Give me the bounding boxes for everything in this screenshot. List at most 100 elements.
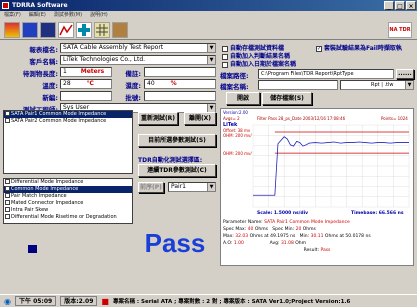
toolbar: NA TDR bbox=[0, 20, 417, 40]
sata-icon[interactable] bbox=[4, 22, 20, 38]
aco-label: A.O: bbox=[223, 241, 233, 246]
tester-input[interactable] bbox=[60, 91, 112, 101]
chart-version: Version:2.00 bbox=[223, 110, 248, 115]
temp-unit: ℃ bbox=[86, 80, 94, 87]
save-icon[interactable] bbox=[40, 22, 56, 38]
report-name-select[interactable]: SATA Cable Assembly Test Report ▼ bbox=[60, 43, 216, 53]
chevron-down-icon[interactable]: ▼ bbox=[207, 104, 215, 112]
spec-max-label: Spec Max: bbox=[223, 227, 247, 232]
chevron-down-icon[interactable]: ▼ bbox=[207, 56, 215, 64]
checkbox-icon[interactable] bbox=[5, 214, 10, 219]
remark1-input[interactable] bbox=[144, 67, 216, 77]
customer-label: 客戶名稱: bbox=[29, 58, 58, 66]
max-value: 32.03 bbox=[235, 234, 249, 239]
length-unit: Meters bbox=[80, 68, 105, 75]
customer-value: LiTek Technologies Co., Ltd. bbox=[63, 56, 146, 63]
open-button[interactable]: 開啟 bbox=[226, 92, 260, 105]
impedance-list[interactable]: Differential Mode Impedance Common Mode … bbox=[3, 178, 133, 224]
chevron-down-icon[interactable]: ▼ bbox=[405, 81, 413, 89]
temp-label: 溫度: bbox=[42, 82, 58, 90]
list-item[interactable]: Mated Connector Impedance bbox=[4, 200, 132, 207]
list-item[interactable]: SATA Pair1 Common Mode Impedance bbox=[4, 111, 132, 118]
pair-select[interactable]: Pair1 ▼ bbox=[168, 182, 216, 192]
chevron-down-icon[interactable]: ▼ bbox=[207, 183, 215, 191]
customer-select[interactable]: LiTek Technologies Co., Ltd. ▼ bbox=[60, 55, 216, 65]
checkbox-icon[interactable] bbox=[5, 200, 10, 205]
batch-label: 批號: bbox=[125, 94, 141, 102]
min-label: Min: bbox=[299, 234, 310, 239]
list-item[interactable]: Differential Mode Impedance bbox=[4, 179, 132, 186]
minimize-button[interactable]: _ bbox=[384, 1, 394, 10]
result-text: Pass bbox=[144, 228, 206, 258]
add-icon[interactable] bbox=[76, 22, 92, 38]
menu-test-params[interactable]: 測試參數(M) bbox=[54, 11, 82, 20]
chart-scale-top: OHM: 200 mv/ bbox=[223, 133, 252, 138]
checkbox-icon[interactable] bbox=[5, 111, 10, 116]
list-item-label: Differential Mode Risetime or Degradatio… bbox=[11, 214, 117, 220]
menu-file[interactable]: 檔案(F) bbox=[4, 11, 21, 20]
temp-value: 28 bbox=[63, 80, 71, 87]
chevron-down-icon[interactable]: ▼ bbox=[207, 44, 215, 52]
continuous-test-button[interactable]: 連續TDR參數測試(C) bbox=[138, 164, 216, 177]
list-item-label: Pair Match Impedance bbox=[11, 193, 67, 199]
menu-edit[interactable]: 編輯(E) bbox=[29, 11, 46, 20]
checkbox-icon[interactable] bbox=[5, 118, 10, 123]
list-item[interactable]: Intra Pair Skew bbox=[4, 207, 132, 214]
window-title: TDRRA Software bbox=[12, 2, 68, 9]
maximize-button[interactable]: □ bbox=[395, 1, 405, 10]
prev-button[interactable]: 前序(P) bbox=[138, 182, 164, 193]
file-path-label: 檔案路徑: bbox=[220, 72, 249, 80]
test-items-list[interactable]: SATA Pair1 Common Mode Impedance SATA Pa… bbox=[3, 110, 133, 174]
current-params-test-button[interactable]: 目前所選參數測試(S) bbox=[138, 134, 216, 147]
save-file-button[interactable]: 儲存檔案(S) bbox=[262, 92, 312, 105]
pass-fail-checkbox[interactable]: ✓ 套裝試驗結果為Fail時擷取執 bbox=[316, 43, 402, 52]
param-name-row: Parameter Name: SATA Pair1 Common Mode I… bbox=[223, 219, 411, 226]
length-input[interactable]: 1 Meters bbox=[60, 67, 112, 77]
spec-min-value: 20 bbox=[295, 227, 302, 232]
close-button[interactable]: × bbox=[406, 1, 416, 10]
file-path-input[interactable]: C:\Program Files\TDR Report\RptType bbox=[258, 69, 394, 79]
chart-icon[interactable] bbox=[58, 22, 74, 38]
param-name-label: Parameter Name: bbox=[223, 220, 263, 225]
temp-input[interactable]: 28 ℃ bbox=[60, 79, 112, 89]
batch-input[interactable] bbox=[144, 91, 216, 101]
list-item-label: SATA Pair1 Common Mode Impedance bbox=[11, 111, 107, 117]
report-name-value: SATA Cable Assembly Test Report bbox=[63, 44, 164, 51]
file-name-input[interactable] bbox=[258, 80, 338, 90]
avg-label: Avg: bbox=[269, 241, 280, 246]
status-indicator-icon: ■ bbox=[101, 296, 109, 306]
checkbox-icon[interactable] bbox=[5, 179, 10, 184]
chart-points: Points= 1024 bbox=[381, 116, 408, 121]
blue-indicator bbox=[28, 245, 37, 253]
humidity-input[interactable]: 40 % bbox=[144, 79, 216, 89]
list-item[interactable]: Differential Mode Risetime or Degradatio… bbox=[4, 214, 132, 221]
list-item[interactable]: SATA Pair2 Common Mode Impedance bbox=[4, 118, 132, 125]
checkbox-icon[interactable] bbox=[5, 207, 10, 212]
chart-avgs: Avgs= 2 bbox=[223, 116, 240, 121]
avg-unit: Ohm bbox=[295, 241, 307, 246]
remark1-label: 備註: bbox=[125, 70, 141, 78]
checkbox-icon[interactable] bbox=[5, 186, 10, 191]
file-name-label: 檔案名稱: bbox=[220, 83, 249, 91]
auto-date-checkbox[interactable]: 自動加入日期於檔案名稱 bbox=[222, 59, 296, 68]
length-label: 待測物長度: bbox=[22, 70, 58, 78]
list-item[interactable]: Common Mode Impedance bbox=[4, 186, 132, 193]
auto-date-label: 自動加入日期於檔案名稱 bbox=[230, 61, 297, 68]
open-icon[interactable] bbox=[22, 22, 38, 38]
book-icon[interactable] bbox=[112, 22, 128, 38]
exit-button[interactable]: 離開(X) bbox=[184, 112, 216, 125]
retest-button[interactable]: 重新測試(R) bbox=[138, 112, 178, 125]
file-ext-select[interactable]: Rpt | .tlw ▼ bbox=[340, 80, 414, 90]
list-item[interactable]: Pair Match Impedance bbox=[4, 193, 132, 200]
menu-help[interactable]: 說明(H) bbox=[90, 11, 108, 20]
result-value: Pass bbox=[320, 248, 331, 253]
checkbox-icon[interactable] bbox=[5, 193, 10, 198]
status-info: 專案名稱 : Serial ATA ; 專案對數 : 2 對 ; 專案版本 : … bbox=[112, 299, 351, 305]
grid-icon[interactable] bbox=[94, 22, 110, 38]
list-item-label: Mated Connector Impedance bbox=[11, 200, 84, 206]
list-item-label: Common Mode Impedance bbox=[11, 186, 79, 192]
checkbox-icon[interactable] bbox=[222, 61, 228, 68]
checkbox-checked-icon[interactable]: ✓ bbox=[316, 45, 322, 52]
browse-button[interactable]: ...... bbox=[396, 69, 414, 79]
report-name-label: 報表檔名: bbox=[29, 46, 58, 54]
